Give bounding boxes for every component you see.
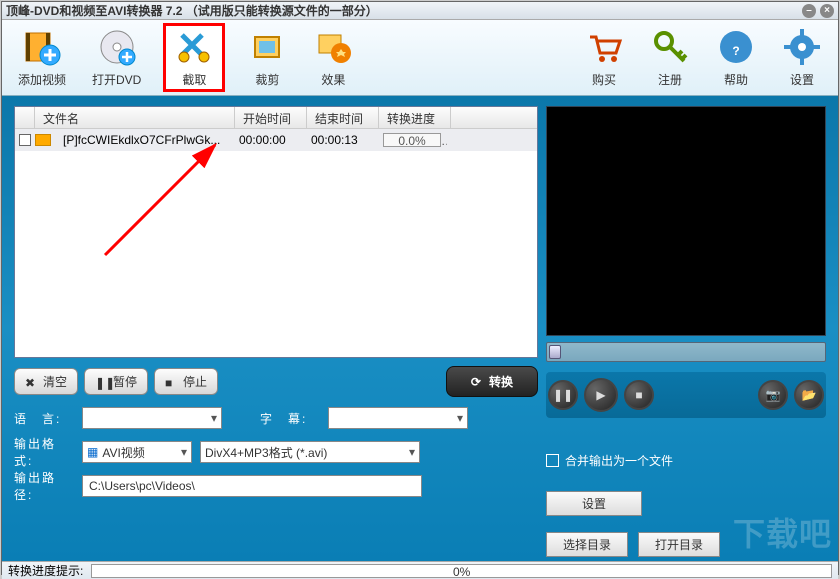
player-play-button[interactable]: ▶: [584, 378, 618, 412]
toolbar-label: 购买: [592, 71, 616, 88]
settings-button[interactable]: 设置: [778, 23, 826, 92]
pause-icon: ❚❚: [95, 376, 107, 388]
convert-button[interactable]: ⟳转换: [446, 366, 538, 397]
stop-button[interactable]: ■停止: [154, 368, 218, 395]
col-filename[interactable]: 文件名: [35, 107, 235, 128]
annotation-arrow: [95, 135, 255, 265]
col-progress[interactable]: 转换进度: [379, 107, 451, 128]
format-settings-button[interactable]: 设置: [546, 491, 642, 516]
player-stop-button[interactable]: ■: [624, 380, 654, 410]
effect-icon: [313, 27, 353, 67]
close-button[interactable]: ×: [820, 4, 834, 18]
table-header: 文件名 开始时间 结束时间 转换进度: [15, 107, 537, 129]
buy-button[interactable]: 购买: [580, 23, 628, 92]
toolbar-label: 注册: [658, 71, 682, 88]
status-label: 转换进度提示:: [8, 562, 83, 579]
cart-icon: [584, 27, 624, 67]
chevron-down-icon: ▾: [181, 445, 187, 459]
video-preview: [546, 106, 826, 336]
film-thumb-icon: [35, 134, 51, 146]
output-path-label: 输出路径:: [14, 469, 74, 503]
x-icon: ✖: [25, 376, 37, 388]
format-type-select[interactable]: ▦AVI视频▾: [82, 441, 192, 463]
chevron-down-icon: ▾: [211, 411, 217, 425]
main-content: 文件名 开始时间 结束时间 转换进度 [P]fcCWIEkdlxO7CFrPlw…: [2, 96, 838, 561]
snapshot-button[interactable]: 📷: [758, 380, 788, 410]
toolbar-label: 设置: [790, 71, 814, 88]
refresh-icon: ⟳: [471, 375, 481, 389]
chevron-down-icon: ▾: [457, 411, 463, 425]
file-list[interactable]: 文件名 开始时间 结束时间 转换进度 [P]fcCWIEkdlxO7CFrPlw…: [14, 106, 538, 358]
toolbar-label: 效果: [321, 71, 345, 88]
player-pause-button[interactable]: ❚❚: [548, 380, 578, 410]
titlebar: 顶峰-DVD和视频至AVI转换器 7.2 （试用版只能转换源文件的一部分） – …: [2, 2, 838, 20]
film-plus-icon: [22, 27, 62, 67]
language-select[interactable]: ▾: [82, 407, 222, 429]
format-label: 输出格式:: [14, 435, 74, 469]
minimize-button[interactable]: –: [802, 4, 816, 18]
gear-icon: [782, 27, 822, 67]
dvd-icon: [97, 27, 137, 67]
merge-label: 合并输出为一个文件: [565, 452, 673, 469]
chevron-down-icon: ▾: [409, 445, 415, 459]
toolbar-label: 裁剪: [255, 71, 279, 88]
stop-icon: ■: [165, 376, 177, 388]
seek-slider[interactable]: [546, 342, 826, 362]
clear-button[interactable]: ✖清空: [14, 368, 78, 395]
main-toolbar: 添加视频 打开DVD 截取 裁剪 效果 购买: [2, 20, 838, 96]
cell-start: 00:00:00: [231, 130, 303, 150]
help-button[interactable]: ? 帮助: [712, 23, 760, 92]
cell-end: 00:00:13: [303, 130, 375, 150]
toolbar-label: 添加视频: [18, 71, 66, 88]
open-dir-button[interactable]: 打开目录: [638, 532, 720, 557]
window-title: 顶峰-DVD和视频至AVI转换器 7.2 （试用版只能转换源文件的一部分）: [6, 2, 802, 19]
table-row[interactable]: [P]fcCWIEkdlxO7CFrPlwGk... 00:00:00 00:0…: [15, 129, 537, 151]
browse-dir-button[interactable]: 选择目录: [546, 532, 628, 557]
subtitle-select[interactable]: ▾: [328, 407, 468, 429]
col-start[interactable]: 开始时间: [235, 107, 307, 128]
language-label: 语 言:: [14, 410, 74, 427]
cell-progress: 0.0%: [375, 130, 447, 151]
open-folder-button[interactable]: 📂: [794, 380, 824, 410]
col-end[interactable]: 结束时间: [307, 107, 379, 128]
slider-thumb[interactable]: [549, 345, 561, 359]
help-icon: ?: [716, 27, 756, 67]
merge-checkbox-row[interactable]: 合并输出为一个文件: [546, 452, 826, 469]
subtitle-label: 字 幕:: [260, 410, 320, 427]
toolbar-label: 截取: [182, 71, 206, 88]
format-detail-select[interactable]: DivX4+MP3格式 (*.avi)▾: [200, 441, 420, 463]
cell-filename: [P]fcCWIEkdlxO7CFrPlwGk...: [55, 130, 231, 150]
register-button[interactable]: 注册: [646, 23, 694, 92]
effect-button[interactable]: 效果: [309, 23, 357, 92]
toolbar-label: 帮助: [724, 71, 748, 88]
key-icon: [650, 27, 690, 67]
open-dvd-button[interactable]: 打开DVD: [88, 23, 145, 92]
add-video-button[interactable]: 添加视频: [14, 23, 70, 92]
output-path-input[interactable]: C:\Users\pc\Videos\: [82, 475, 422, 497]
statusbar: 转换进度提示: 0%: [2, 561, 838, 579]
pause-button[interactable]: ❚❚暂停: [84, 368, 148, 395]
capture-button[interactable]: 截取: [163, 23, 225, 92]
crop-icon: [247, 27, 287, 67]
row-checkbox[interactable]: [19, 134, 31, 146]
status-progress: 0%: [91, 564, 832, 578]
merge-checkbox[interactable]: [546, 454, 559, 467]
toolbar-label: 打开DVD: [92, 71, 141, 88]
crop-button[interactable]: 裁剪: [243, 23, 291, 92]
scissors-icon: [174, 27, 214, 67]
svg-text:?: ?: [732, 44, 739, 58]
